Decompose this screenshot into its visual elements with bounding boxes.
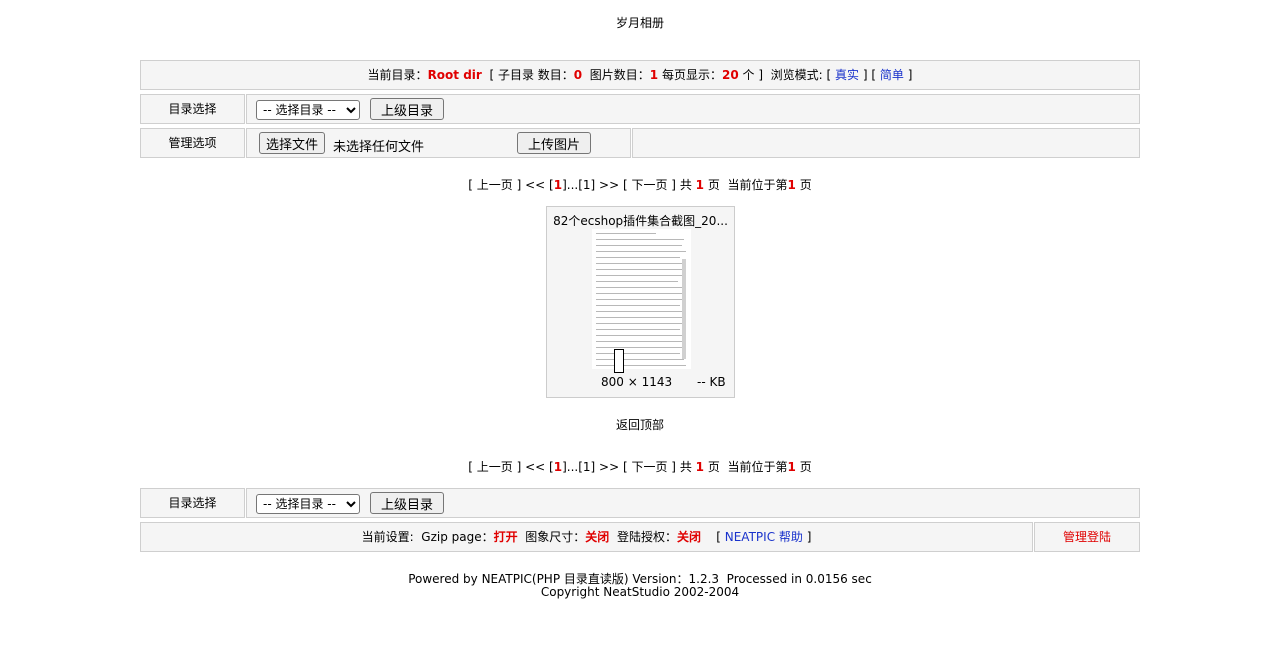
manage-controls: 选择文件 未选择任何文件 上传图片	[246, 128, 631, 158]
info-bar: 当前目录：Root dir [ 子目录 数目：0 图片数目：1 每页显示：20 …	[140, 60, 1140, 90]
cursor-marker	[614, 349, 624, 373]
dir-select-dropdown[interactable]: -- 选择目录 --	[256, 494, 360, 514]
next-page-link[interactable]: [ 下一页 ]	[623, 178, 676, 192]
thumbnail-card[interactable]: 82个ecshop插件集合截图_20... 800 × 1143 -- KB	[546, 206, 735, 398]
last-page-link[interactable]: >>	[599, 178, 619, 192]
choose-file-button[interactable]: 选择文件	[259, 132, 326, 154]
help-link[interactable]: NEATPIC 帮助	[725, 530, 803, 544]
login-auth-label: 登陆授权：	[616, 530, 677, 544]
gzip-value: 打开	[493, 530, 518, 544]
total-unit: 页	[707, 460, 720, 474]
parent-dir-button[interactable]: 上级目录	[370, 98, 445, 120]
position-unit: 页	[799, 460, 812, 474]
copyright: Copyright NeatStudio 2002-2004	[540, 585, 740, 599]
help-close: ]	[806, 530, 812, 544]
prev-page-link[interactable]: [ 上一页 ]	[468, 460, 521, 474]
per-page-label: 每页显示：	[661, 68, 722, 82]
parent-dir-button[interactable]: 上级目录	[370, 492, 445, 514]
help-open: [	[716, 530, 721, 544]
no-file-text: 未选择任何文件	[333, 140, 425, 155]
dir-select-dropdown[interactable]: -- 选择目录 --	[256, 100, 360, 120]
current-dir-value: Root dir	[427, 68, 482, 82]
total-unit: 页	[707, 178, 720, 192]
dir-select-label: 目录选择	[168, 496, 217, 510]
manage-empty-cell	[632, 128, 1140, 158]
mode-end: ]	[907, 68, 913, 82]
dir-select-controls: -- 选择目录 -- 上级目录	[246, 94, 1140, 124]
pagination-top: [ 上一页 ] << [1]...[1] >> [ 下一页 ] 共 1 页 当前…	[0, 176, 1280, 193]
page-range[interactable]: ]...[1]	[562, 460, 595, 474]
current-page: 1	[553, 460, 563, 474]
thumbnail-caption[interactable]: 82个ecshop插件集合截图_20...	[547, 212, 734, 229]
back-to-top-link[interactable]: 返回顶部	[0, 416, 1280, 433]
mode-simple-link[interactable]: 简单	[880, 68, 904, 82]
thumbnail-size: -- KB	[697, 375, 726, 389]
total-pages: 1	[695, 178, 705, 192]
prev-page-link[interactable]: [ 上一页 ]	[468, 178, 521, 192]
login-auth-value: 关闭	[676, 530, 701, 544]
image-size-value: 关闭	[585, 530, 610, 544]
position-page: 1	[787, 178, 796, 192]
upload-button[interactable]: 上传图片	[517, 132, 592, 154]
mode-sep: ] [	[862, 68, 877, 82]
settings-label: 当前设置:	[361, 530, 414, 544]
gzip-label: Gzip page：	[421, 530, 494, 544]
current-dir-label: 当前目录：	[367, 68, 428, 82]
position-unit: 页	[799, 178, 812, 192]
thumbnail-dimensions: 800 × 1143	[601, 375, 673, 389]
dir-select-label-cell-bottom: 目录选择	[140, 488, 245, 518]
position-page: 1	[787, 460, 796, 474]
dir-select-label: 目录选择	[168, 102, 217, 116]
current-page: 1	[553, 178, 563, 192]
pagination-bottom: [ 上一页 ] << [1]...[1] >> [ 下一页 ] 共 1 页 当前…	[0, 458, 1280, 475]
total-label: 共	[679, 178, 692, 192]
per-page-value: 20	[722, 68, 739, 82]
site-title: 岁月相册	[615, 16, 664, 30]
position-label: 当前位于第	[727, 178, 788, 192]
settings-bar: 当前设置: Gzip page：打开 图象尺寸：关闭 登陆授权：关闭 [ NEA…	[140, 522, 1033, 552]
per-page-unit: 个 ]	[742, 68, 764, 82]
position-label: 当前位于第	[727, 460, 788, 474]
browse-mode-label: 浏览模式: [	[770, 68, 832, 82]
image-count-label: 图片数目：	[589, 68, 650, 82]
manage-label-cell: 管理选项	[140, 128, 245, 158]
total-pages: 1	[695, 460, 705, 474]
subdir-label: [ 子目录 数目：	[489, 68, 574, 82]
first-page-link[interactable]: <<	[525, 178, 545, 192]
next-page-link[interactable]: [ 下一页 ]	[623, 460, 676, 474]
total-label: 共	[679, 460, 692, 474]
first-page-link[interactable]: <<	[525, 460, 545, 474]
image-size-label: 图象尺寸：	[525, 530, 586, 544]
dir-select-label-cell: 目录选择	[140, 94, 245, 124]
image-count: 1	[649, 68, 659, 82]
admin-login-cell: 管理登陆	[1034, 522, 1140, 552]
last-page-link[interactable]: >>	[599, 460, 619, 474]
page-range[interactable]: ]...[1]	[562, 178, 595, 192]
mode-real-link[interactable]: 真实	[835, 68, 859, 82]
manage-label: 管理选项	[168, 136, 217, 150]
dir-select-controls-bottom: -- 选择目录 -- 上级目录	[246, 488, 1140, 518]
subdir-count: 0	[573, 68, 583, 82]
admin-login-link[interactable]: 管理登陆	[1063, 530, 1111, 544]
thumbnail-image[interactable]	[592, 229, 691, 369]
